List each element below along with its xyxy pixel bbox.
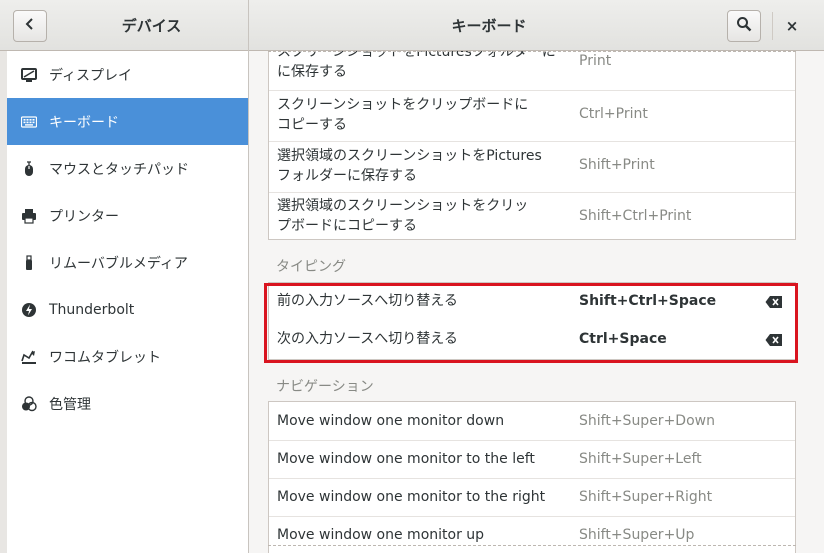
tablet-icon [21, 349, 37, 365]
sidebar-item-label: キーボード [49, 114, 119, 131]
mouse-icon [21, 160, 37, 177]
sidebar-item-color[interactable]: 色管理 [7, 380, 248, 427]
sidebar-item-label: 色管理 [49, 396, 91, 413]
shortcut-accel: Ctrl+Print [579, 106, 648, 122]
sidebar-item-label: プリンター [49, 208, 119, 225]
sidebar-item-label: ワコムタブレット [49, 349, 161, 366]
sidebar-item-label: Thunderbolt [49, 301, 135, 318]
panel-title: デバイス [121, 17, 182, 35]
shortcut-name: スクリーンショットをPicturesフォルダーに [277, 51, 556, 60]
shortcut-name: Move window one monitor down [277, 413, 505, 429]
shortcut-accel: Shift+Ctrl+Print [579, 208, 692, 224]
sidebar-item-keyboard[interactable]: キーボード [7, 98, 248, 145]
shortcut-name: プボードにコピーする [277, 218, 417, 234]
sidebar-item-display[interactable]: ディスプレイ [7, 51, 248, 98]
sidebar-item-thunderbolt[interactable]: Thunderbolt [7, 286, 248, 333]
sidebar-item-removable-media[interactable]: リムーバブルメディア [7, 239, 248, 286]
shortcut-name: 選択領域のスクリーンショットをPictures [277, 148, 542, 164]
shortcut-accel: Shift+Super+Right [579, 489, 713, 505]
display-icon [21, 67, 37, 83]
shortcut-accel: Shift+Print [579, 157, 655, 173]
header-bar: デバイス キーボード × [0, 0, 824, 51]
page-title: キーボード [451, 17, 527, 35]
shortcut-name: Move window one monitor to the left [277, 451, 535, 467]
list-item[interactable]: スクリーンショットをPicturesフォルダーに に保存する Print [269, 51, 795, 90]
sidebar-item-label: ディスプレイ [49, 67, 133, 84]
header-separator [772, 12, 773, 40]
settings-window: デバイス キーボード × ディスプレイ キーボード マウスとタッチパッド プリン… [0, 0, 824, 553]
chevron-left-icon [23, 17, 37, 35]
back-button[interactable] [13, 10, 47, 42]
sidebar-item-wacom-tablet[interactable]: ワコムタブレット [7, 333, 248, 380]
usb-icon [21, 254, 37, 271]
shortcut-accel: Print [579, 53, 612, 69]
color-icon [21, 395, 37, 412]
thunderbolt-icon [21, 302, 37, 318]
printer-icon [21, 208, 37, 224]
screenshots-list: スクリーンショットをPicturesフォルダーに に保存する Print スクリ… [268, 51, 796, 240]
close-button[interactable]: × [776, 10, 808, 42]
highlight-box [264, 283, 798, 363]
sidebar-item-label: マウスとタッチパッド [49, 161, 189, 178]
list-item[interactable]: Move window one monitor down Shift+Super… [269, 402, 795, 440]
scroll-edge-top [268, 51, 796, 52]
keyboard-icon [21, 114, 37, 130]
shortcut-name: フォルダーに保存する [277, 168, 417, 184]
shortcut-accel: Shift+Super+Up [579, 527, 695, 543]
section-title-typing: タイピング [276, 259, 346, 275]
shortcut-accel: Shift+Super+Down [579, 413, 715, 429]
list-item[interactable]: 選択領域のスクリーンショットをPictures フォルダーに保存する Shift… [269, 142, 795, 192]
shortcut-name: に保存する [277, 64, 347, 80]
list-item[interactable]: Move window one monitor to the left Shif… [269, 441, 795, 478]
section-title-navigation: ナビゲーション [276, 379, 374, 395]
sidebar-item-label: リムーバブルメディア [49, 255, 188, 272]
header-left-pane: デバイス [0, 0, 249, 51]
list-item[interactable]: 選択領域のスクリーンショットをクリッ プボードにコピーする Shift+Ctrl… [269, 193, 795, 240]
shortcut-name: コピーする [277, 117, 347, 133]
shortcut-name: Move window one monitor to the right [277, 489, 546, 505]
list-item[interactable]: Move window one monitor up Shift+Super+U… [269, 517, 795, 553]
sidebar-edge [0, 51, 7, 553]
search-icon [736, 16, 752, 36]
shortcut-name: スクリーンショットをクリップボードに [277, 97, 529, 113]
list-item[interactable]: Move window one monitor to the right Shi… [269, 479, 795, 516]
sidebar-item-printers[interactable]: プリンター [7, 192, 248, 239]
shortcut-name: Move window one monitor up [277, 527, 485, 543]
list-item[interactable]: スクリーンショットをクリップボードに コピーする Ctrl+Print [269, 91, 795, 141]
scroll-edge-bottom [268, 545, 796, 546]
sidebar-item-mouse[interactable]: マウスとタッチパッド [7, 145, 248, 192]
search-button[interactable] [727, 10, 761, 42]
shortcut-name: 選択領域のスクリーンショットをクリッ [277, 198, 529, 214]
shortcut-accel: Shift+Super+Left [579, 451, 702, 467]
navigation-list: Move window one monitor down Shift+Super… [268, 401, 796, 553]
